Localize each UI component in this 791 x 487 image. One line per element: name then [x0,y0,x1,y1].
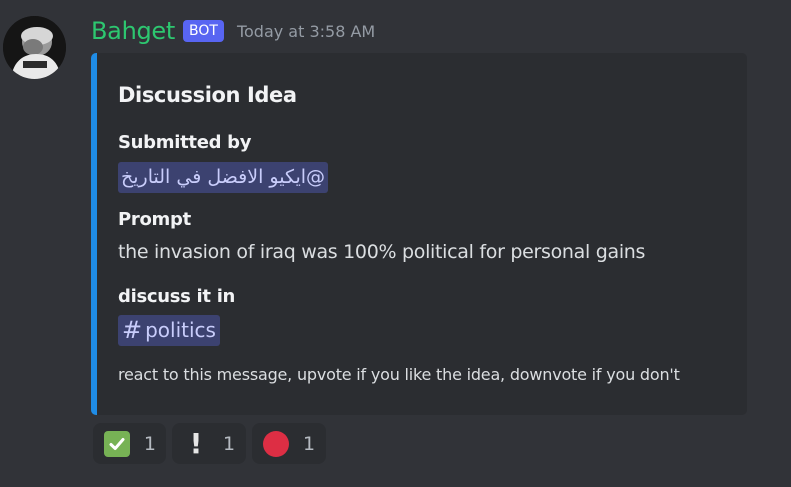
red-circle-icon [262,430,290,458]
author-avatar[interactable] [3,16,66,79]
reaction-check[interactable]: 1 [93,423,166,464]
discuss-label: discuss it in [118,286,236,307]
user-mention[interactable]: @ايكيو الافضل في التاريخ [118,162,329,193]
channel-hash-icon: # [122,316,143,344]
embed-card: Discussion Idea Submitted by @ايكيو الاف… [91,53,747,415]
reaction-count: 1 [143,432,156,455]
channel-mention[interactable]: # politics [118,315,220,346]
avatar-image [3,16,66,79]
chat-message: Bahget BOT Today at 3:58 AM Discussion I… [0,0,791,487]
white-check-mark-icon [103,430,131,458]
message-timestamp[interactable]: Today at 3:58 AM [237,22,375,41]
reaction-count: 1 [303,432,316,455]
exclamation-icon: ! [189,426,203,460]
prompt-label: Prompt [118,209,191,230]
bot-badge: BOT [183,20,224,42]
prompt-value: the invasion of iraq was 100% political … [118,241,646,263]
embed-footer-note: react to this message, upvote if you lik… [118,365,680,384]
message-header: Bahget BOT Today at 3:58 AM [91,14,375,48]
reaction-exclamation[interactable]: ! 1 [172,423,246,464]
reaction-count: 1 [223,432,236,455]
submitted-by-label: Submitted by [118,132,252,153]
embed-title: Discussion Idea [118,83,297,107]
reaction-red-circle[interactable]: 1 [252,423,326,464]
author-name[interactable]: Bahget [91,17,175,45]
reactions-bar: 1 ! 1 1 [93,423,326,464]
channel-name: politics [145,318,216,342]
